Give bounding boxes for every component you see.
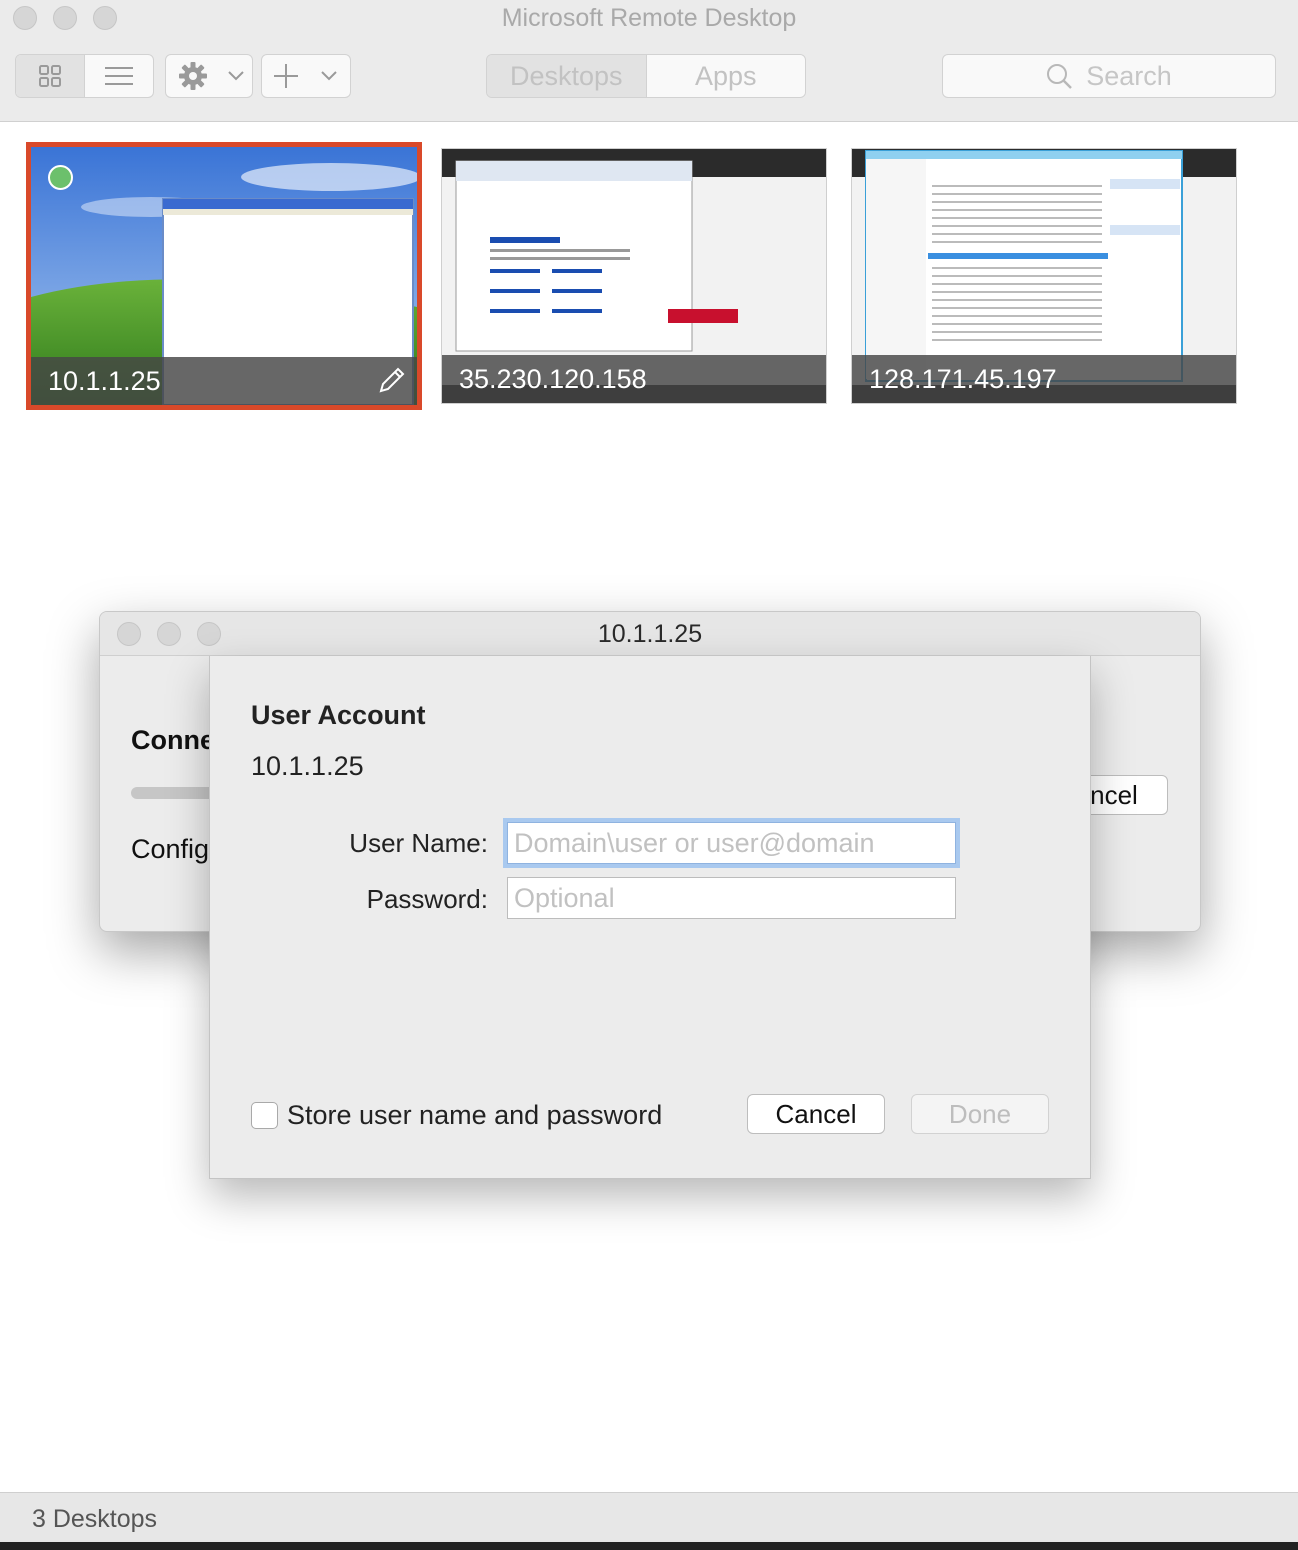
desktop-host-text: 128.171.45.197 xyxy=(869,363,1057,394)
chevron-down-icon xyxy=(228,71,244,81)
pencil-icon[interactable] xyxy=(377,365,407,395)
desktop-host-label: 35.230.120.158 xyxy=(442,355,826,403)
view-mode-control xyxy=(15,54,154,98)
section-tabs: Desktops Apps xyxy=(486,54,806,98)
connecting-window-titlebar: 10.1.1.25 xyxy=(100,612,1200,656)
cancel-button[interactable]: Cancel xyxy=(747,1094,885,1134)
username-field[interactable] xyxy=(507,822,956,864)
connected-status-dot xyxy=(48,165,73,190)
window-bottom-edge xyxy=(0,1542,1298,1550)
settings-menu-button[interactable] xyxy=(165,54,253,98)
connecting-window-title: 10.1.1.25 xyxy=(597,620,703,648)
store-credentials-checkbox[interactable] xyxy=(251,1102,278,1129)
sheet-heading: User Account xyxy=(251,700,426,730)
window-title: Microsoft Remote Desktop xyxy=(501,4,797,32)
desktop-host-label: 128.171.45.197 xyxy=(852,355,1236,403)
desktop-host-text: 10.1.1.25 xyxy=(48,365,161,396)
done-button-label: Done xyxy=(948,1098,1012,1129)
search-icon xyxy=(1047,64,1073,89)
list-view-button[interactable] xyxy=(85,55,153,97)
chevron-down-icon xyxy=(321,71,337,81)
grid-view-button[interactable] xyxy=(16,55,85,97)
titlebar: Microsoft Remote Desktop Desktops Apps S… xyxy=(0,0,1298,122)
search-field[interactable]: Search xyxy=(942,54,1276,98)
password-field[interactable] xyxy=(507,877,956,919)
connecting-heading: Conne xyxy=(131,725,215,755)
main-window: Microsoft Remote Desktop Desktops Apps S… xyxy=(0,0,1298,1550)
desktop-thumbnail[interactable]: 10.1.1.25 xyxy=(31,147,417,405)
user-account-sheet: User Account 10.1.1.25 User Name: Passwo… xyxy=(209,656,1091,1179)
desktop-host-label: 10.1.1.25 xyxy=(31,357,417,405)
store-credentials-label[interactable]: Store user name and password xyxy=(287,1100,662,1131)
cancel-button-label: Cancel xyxy=(775,1098,857,1129)
done-button[interactable]: Done xyxy=(911,1094,1049,1134)
password-label: Password: xyxy=(366,884,488,914)
tab-desktops[interactable]: Desktops xyxy=(487,55,646,97)
username-label: User Name: xyxy=(349,828,488,858)
add-menu-button[interactable] xyxy=(261,54,351,98)
desktop-thumbnail[interactable]: 35.230.120.158 xyxy=(441,148,827,404)
gear-icon xyxy=(179,62,207,90)
plus-icon xyxy=(274,64,298,88)
tab-apps[interactable]: Apps xyxy=(645,55,805,97)
search-placeholder: Search xyxy=(1086,60,1172,91)
desktop-thumbnail[interactable]: 128.171.45.197 xyxy=(851,148,1237,404)
connecting-status: Config xyxy=(131,834,210,864)
desktop-count: 3 Desktops xyxy=(32,1505,158,1533)
sheet-host: 10.1.1.25 xyxy=(251,751,364,781)
desktop-host-text: 35.230.120.158 xyxy=(459,363,647,394)
grid-icon xyxy=(39,65,61,87)
connecting-cancel-label: ncel xyxy=(1090,779,1138,810)
list-icon xyxy=(105,67,133,85)
